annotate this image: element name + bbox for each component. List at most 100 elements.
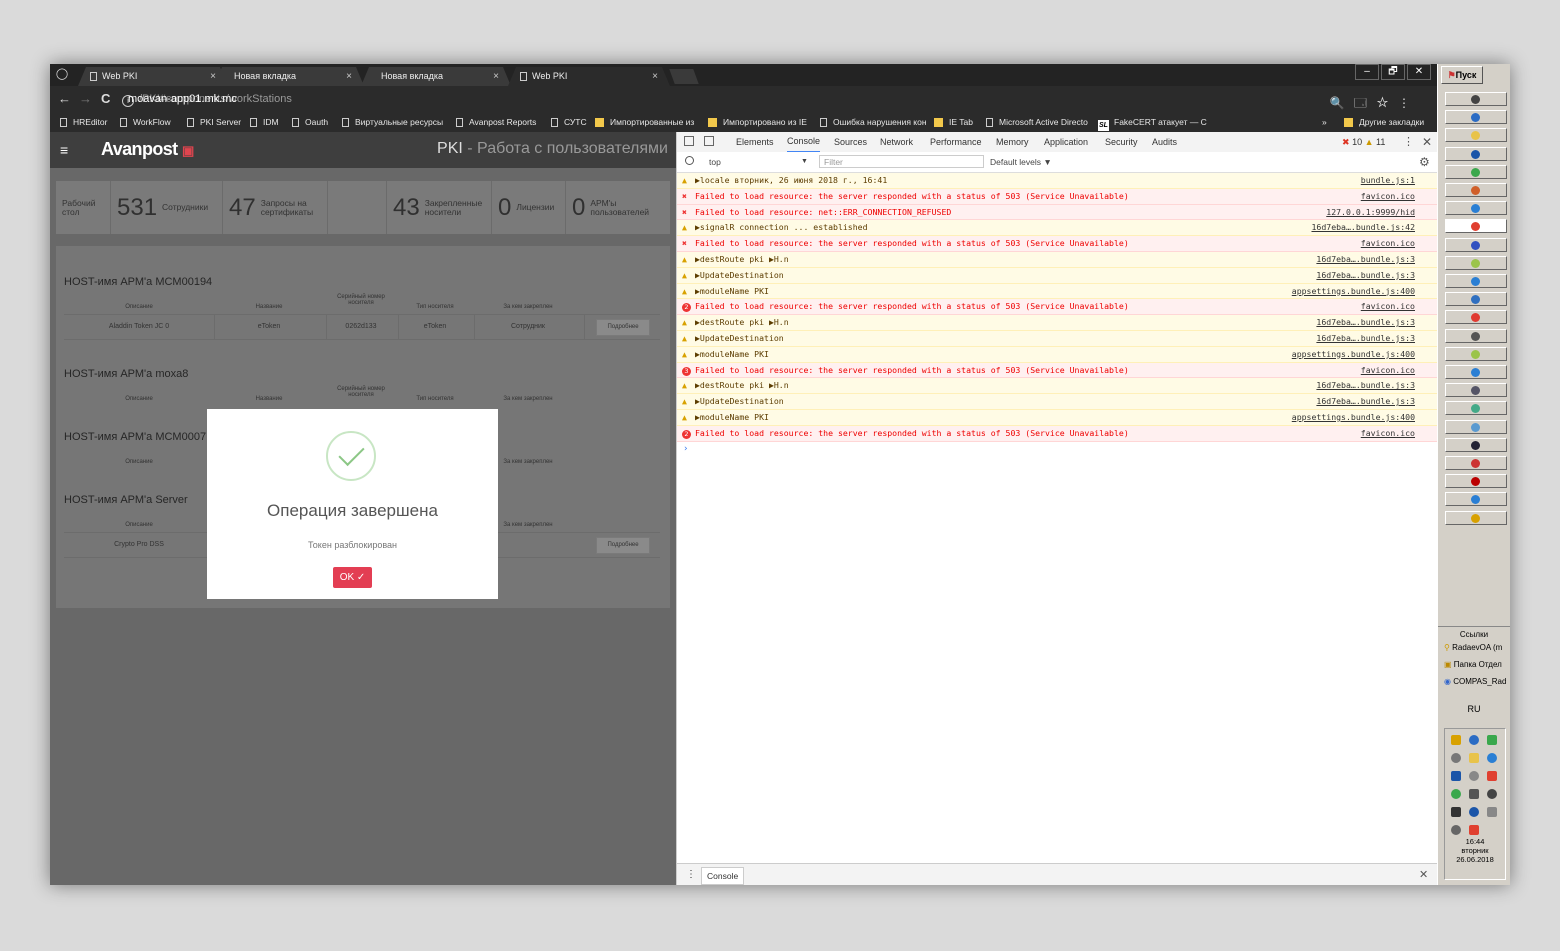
tab-close-icon[interactable]: × <box>346 67 352 86</box>
source-link[interactable]: 16d7eba….bundle.js:42 <box>1311 220 1415 235</box>
taskbar-button[interactable] <box>1445 146 1507 161</box>
tab-memory[interactable]: Memory <box>996 132 1029 152</box>
forward-icon[interactable]: → <box>79 90 92 108</box>
tab-application[interactable]: Application <box>1044 132 1088 152</box>
close-window-button[interactable]: ✕ <box>1407 64 1431 80</box>
taskbar-button[interactable] <box>1445 510 1507 525</box>
filter-input[interactable]: Filter <box>819 155 984 168</box>
bookmark-item[interactable]: IDM <box>250 112 279 132</box>
close-drawer-icon[interactable]: ✕ <box>1419 864 1428 885</box>
tray-app-icon[interactable] <box>1469 789 1479 799</box>
tray-app-icon[interactable] <box>1469 825 1479 835</box>
chevron-down-icon[interactable]: ▼ <box>801 152 808 172</box>
link-folder[interactable]: ▣ Папка Отдел <box>1438 656 1510 673</box>
console-text[interactable]: ▶moduleName PKI <box>695 410 769 425</box>
taskbar-button[interactable] <box>1445 219 1507 234</box>
hamburger-menu-icon[interactable]: ≡ <box>60 143 68 157</box>
source-link[interactable]: 127.0.0.1:9999/hid <box>1326 205 1415 220</box>
tab-sources[interactable]: Sources <box>834 132 867 152</box>
console-text[interactable]: ▶moduleName PKI <box>695 284 769 299</box>
taskbar-button[interactable] <box>1445 183 1507 197</box>
console-text[interactable]: ▶locale вторник, 26 июня 2018 г., 16:41 <box>695 173 887 188</box>
console-text[interactable]: ▶UpdateDestination <box>695 394 784 409</box>
tab-new-1[interactable]: Новая вкладка × <box>214 67 364 86</box>
console-prompt[interactable]: › <box>677 442 1437 456</box>
device-toggle-icon[interactable] <box>704 136 714 146</box>
tab-new-2[interactable]: Новая вкладка × <box>361 67 511 86</box>
tray-app-icon[interactable] <box>1487 753 1497 763</box>
taskbar-button[interactable] <box>1445 110 1507 125</box>
maximize-button[interactable]: 🗗 <box>1381 64 1405 80</box>
taskbar-button[interactable] <box>1445 164 1507 179</box>
context-select[interactable]: top <box>709 152 721 172</box>
reload-icon[interactable]: C <box>101 90 110 108</box>
taskbar-button[interactable] <box>1445 383 1507 398</box>
link-radaev[interactable]: ⚲ RadaevOA (m <box>1438 639 1510 656</box>
ok-button[interactable]: OK ✓ <box>333 567 372 588</box>
bookmark-item[interactable]: Импортированные из <box>595 112 694 132</box>
tab-elements[interactable]: Elements <box>736 132 774 152</box>
console-text[interactable]: Failed to load resource: the server resp… <box>695 189 1129 204</box>
console-text[interactable]: ▶UpdateDestination <box>695 268 784 283</box>
tray-app-icon[interactable] <box>1487 771 1497 781</box>
clock[interactable]: 16:44 вторник 26.06.2018 <box>1445 837 1505 864</box>
minimize-button[interactable]: – <box>1355 64 1379 80</box>
bookmark-item[interactable]: Импортировано из IE <box>708 112 807 132</box>
omnibox-icons[interactable]: 🔍 🗔 ☆ ⋮ <box>1330 94 1410 112</box>
stat-desktop[interactable]: Рабочий стол <box>56 181 111 234</box>
console-text[interactable]: Failed to load resource: net::ERR_CONNEC… <box>695 205 951 220</box>
source-link[interactable]: 16d7eba….bundle.js:3 <box>1316 268 1415 283</box>
tab-network[interactable]: Network <box>880 132 913 152</box>
bookmark-item[interactable]: SL FakeCERT атакует — С <box>1098 112 1207 132</box>
drawer-menu-icon[interactable]: ⋮ <box>686 864 696 885</box>
tray-app-icon[interactable] <box>1451 807 1461 817</box>
taskbar-button[interactable] <box>1445 310 1507 325</box>
details-button[interactable]: Подробнее <box>596 319 650 336</box>
new-tab-button[interactable] <box>669 69 699 84</box>
tray-app-icon[interactable] <box>1469 807 1479 817</box>
source-link[interactable]: appsettings.bundle.js:400 <box>1292 410 1415 425</box>
source-link[interactable]: appsettings.bundle.js:400 <box>1292 284 1415 299</box>
console-text[interactable]: Failed to load resource: the server resp… <box>695 363 1129 378</box>
bookmarks-overflow-button[interactable]: » <box>1322 112 1327 132</box>
tray-app-icon[interactable] <box>1469 771 1479 781</box>
stat-cert-requests[interactable]: 47 Запросы на сертификаты <box>223 181 328 234</box>
source-link[interactable]: 16d7eba….bundle.js:3 <box>1316 378 1415 393</box>
language-indicator[interactable]: RU <box>1438 704 1510 714</box>
source-link[interactable]: favicon.ico <box>1361 189 1415 204</box>
taskbar-button[interactable] <box>1445 365 1507 379</box>
clear-console-icon[interactable] <box>685 156 694 165</box>
source-link[interactable]: favicon.ico <box>1361 426 1415 441</box>
console-text[interactable]: Failed to load resource: the server resp… <box>695 236 1129 251</box>
console-text[interactable]: ▶signalR connection ... established <box>695 220 868 235</box>
bookmark-item[interactable]: Avanpost Reports <box>456 112 536 132</box>
taskbar-button[interactable] <box>1445 474 1507 489</box>
stat-workstations[interactable]: 0 АРМ'ы пользователей <box>566 181 670 234</box>
details-button[interactable]: Подробнее <box>596 537 650 554</box>
tray-app-icon[interactable] <box>1451 753 1461 763</box>
source-link[interactable]: appsettings.bundle.js:400 <box>1292 347 1415 362</box>
console-text[interactable]: ▶destRoute pki ▶H.n <box>695 252 789 267</box>
tab-close-icon[interactable]: × <box>210 67 216 86</box>
source-link[interactable]: 16d7eba….bundle.js:3 <box>1316 394 1415 409</box>
source-link[interactable]: 16d7eba….bundle.js:3 <box>1316 331 1415 346</box>
bookmark-item[interactable]: PKI Server <box>187 112 241 132</box>
tab-web-pki-2[interactable]: Web PKI × <box>508 67 670 86</box>
tray-app-icon[interactable] <box>1487 789 1497 799</box>
taskbar-button[interactable] <box>1445 346 1507 361</box>
tray-app-icon[interactable] <box>1487 735 1497 745</box>
tab-web-pki-1[interactable]: Web PKI × <box>78 67 228 86</box>
bookmark-item[interactable]: WorkFlow <box>120 112 171 132</box>
tab-close-icon[interactable]: × <box>652 67 658 86</box>
tray-app-icon[interactable] <box>1487 807 1497 817</box>
stat-employees[interactable]: 531 Сотрудники <box>111 181 223 234</box>
back-icon[interactable]: ← <box>58 90 71 108</box>
taskbar-button[interactable] <box>1445 128 1507 143</box>
bookmark-item[interactable]: Ошибка нарушения кон <box>820 112 927 132</box>
bookmark-item[interactable]: HREditor <box>60 112 107 132</box>
bookmark-item[interactable]: Oauth <box>292 112 328 132</box>
address-bar[interactable]: i moavan-app01.mk.mc/PKI#components/workS… <box>120 90 1420 110</box>
source-link[interactable]: favicon.ico <box>1361 299 1415 314</box>
taskbar-button[interactable] <box>1445 237 1507 252</box>
gear-icon[interactable]: ⚙ <box>1419 152 1430 172</box>
